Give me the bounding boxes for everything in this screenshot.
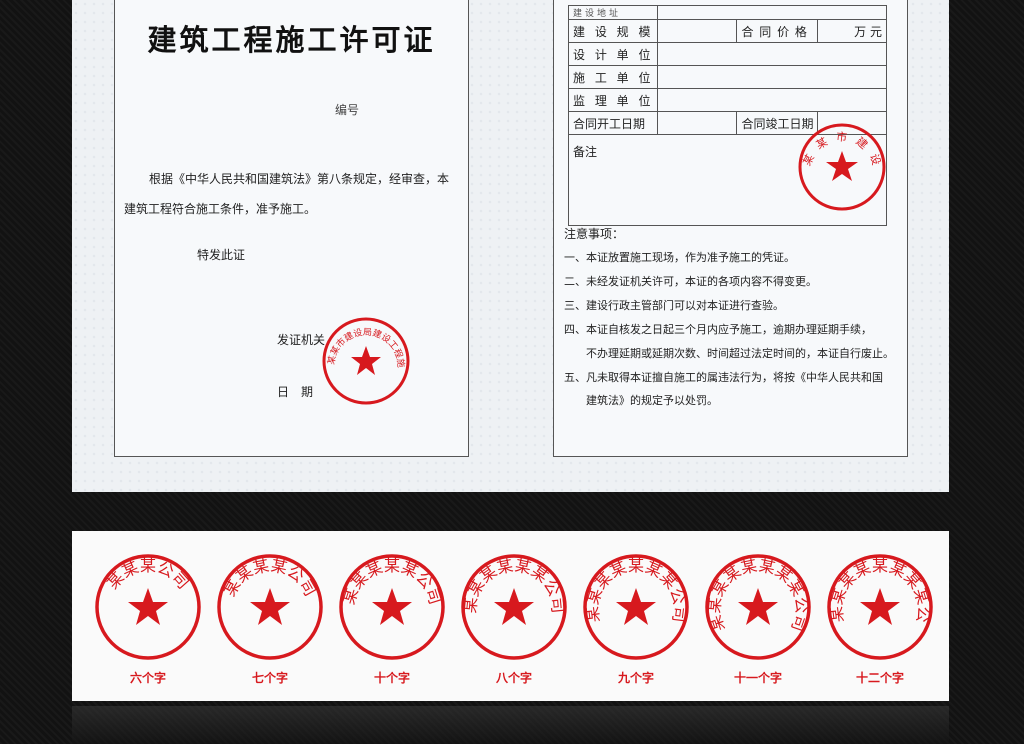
form-label-price: 合 同 价 格 xyxy=(736,19,819,43)
seal-sample-caption: 七个字 xyxy=(251,671,288,685)
form-label-supervise: 监 理 单 位 xyxy=(567,88,659,112)
permit-front-page: 建筑工程施工许可证 编号 根据《中华人民共和国建筑法》第八条规定，经审查，本 建… xyxy=(114,0,469,457)
notice-item-5-cont: 建筑法》的规定予以处罚。 xyxy=(564,394,718,407)
notice-item-1: 一、本证放置施工现场，作为准予施工的凭证。 xyxy=(564,251,795,264)
strip-reflection xyxy=(72,706,949,744)
seal-sample-caption: 九个字 xyxy=(617,671,654,685)
issuer-seal: 某某市建设局建设工程施工许可证专用章 xyxy=(320,315,410,405)
form-label-start: 合同开工日期 xyxy=(567,111,659,135)
notice-item-4-cont: 不办理延期或延期次数、时间超过法定时间的，本证自行废止。 xyxy=(564,347,894,360)
seal-sample-text: 某某某公司 xyxy=(103,556,193,592)
seal-sample-5: 某某某某某某某公司 xyxy=(582,554,690,660)
notice-item-4: 四、本证自核发之日起三个月内应予施工，逾期办理延期手续， xyxy=(564,323,872,336)
notice-item-3: 三、建设行政主管部门可以对本证进行查验。 xyxy=(564,299,784,312)
seal-sample-caption: 六个字 xyxy=(129,671,166,685)
seal-sample-1: 某某某公司 xyxy=(95,554,201,660)
seal-sample-caption: 八个字 xyxy=(495,671,532,685)
form-label-remarks: 备注 xyxy=(573,145,598,159)
permit-body-line2: 建筑工程符合施工条件，准予施工。 xyxy=(124,202,317,216)
seal-sample-caption: 十个字 xyxy=(373,671,410,685)
form-label-design: 设 计 单 位 xyxy=(567,42,659,66)
permit-back-page: 建设地址 建 设 规 模 合 同 价 格万 元 设 计 单 位 施 工 单 位 监… xyxy=(553,0,908,457)
permit-number-label: 编号 xyxy=(335,103,360,117)
notice-title: 注意事项： xyxy=(564,227,625,241)
form-row-address: 建设地址 xyxy=(567,5,659,20)
svg-text:某某某公司: 某某某公司 xyxy=(103,556,193,592)
seal-sample-caption: 十一个字 xyxy=(733,671,782,685)
issuer-label: 发证机关 xyxy=(277,333,326,347)
notice-item-5: 五、凡未取得本证擅自施工的属违法行为，将按《中华人民共和国 xyxy=(564,371,883,384)
issue-text: 特发此证 xyxy=(197,248,246,262)
remarks-seal: 某某市建设局 xyxy=(796,121,886,211)
permit-title: 建筑工程施工许可证 xyxy=(147,23,436,57)
form-label-scale: 建 设 规 模 xyxy=(567,19,659,43)
form-label-construct: 施 工 单 位 xyxy=(567,65,659,89)
seal-sample-caption: 十二个字 xyxy=(855,671,904,685)
seal-sample-3: 某某某某某公司 xyxy=(339,554,445,660)
seal-sample-6: 某某某某某某某某公司 xyxy=(704,554,812,660)
form-price-unit: 万 元 xyxy=(817,19,887,43)
seal-sample-7: 某某某某某某某某某公司 xyxy=(825,552,934,660)
permit-body-line1: 根据《中华人民共和国建筑法》第八条规定，经审查，本 xyxy=(149,172,450,186)
seal-sample-2: 某某某某公司 xyxy=(217,554,323,660)
notice-item-2: 二、未经发证机关许可，本证的各项内容不得变更。 xyxy=(564,275,817,288)
date-label: 日 期 xyxy=(277,385,314,399)
seal-sample-4: 某某某某某某公司 xyxy=(460,554,568,660)
